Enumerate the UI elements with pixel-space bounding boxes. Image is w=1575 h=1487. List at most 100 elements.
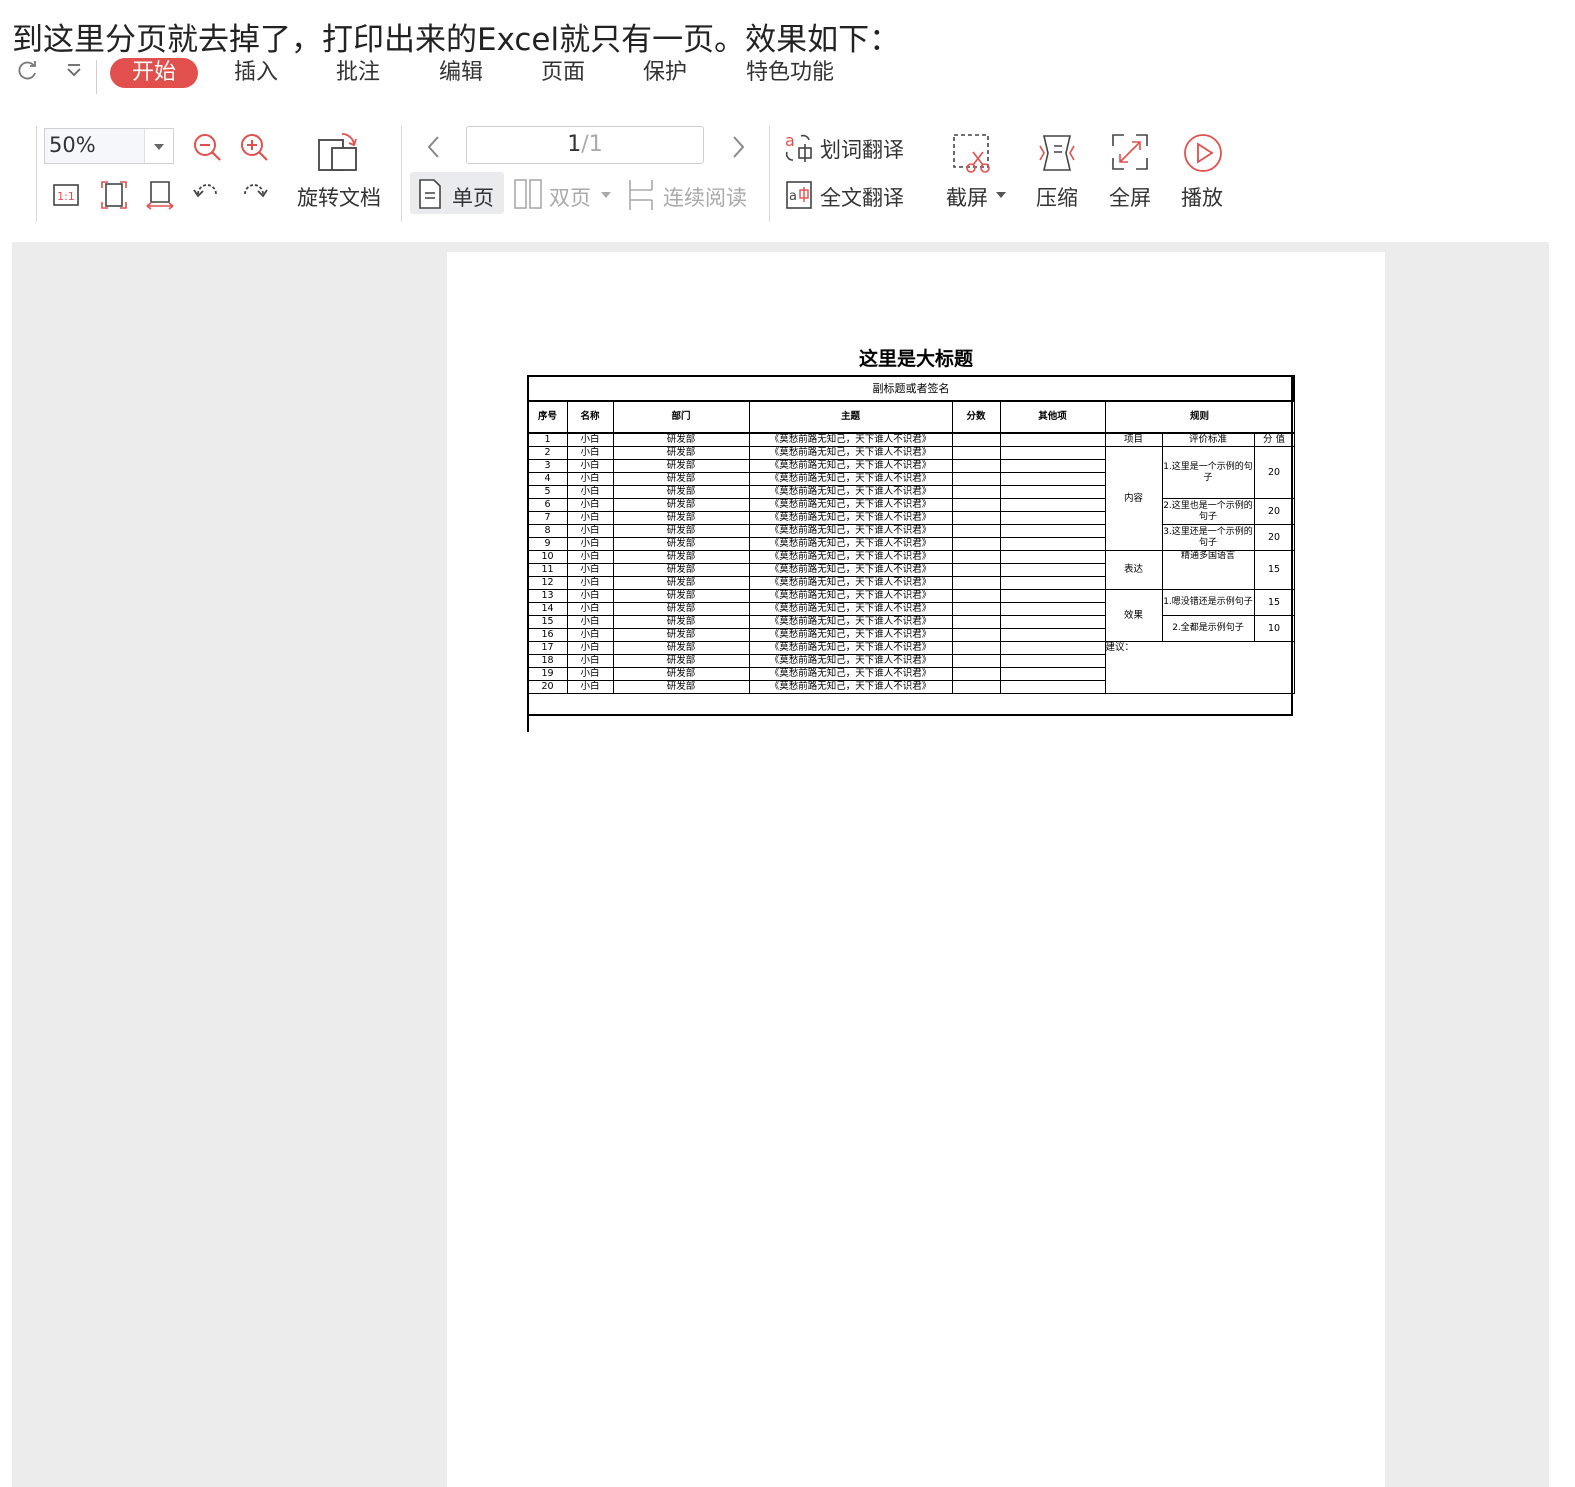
cell-score <box>951 576 1001 590</box>
prev-page-icon[interactable] <box>424 134 444 160</box>
svg-text:a: a <box>789 189 797 204</box>
cell-other <box>999 485 1106 499</box>
rule-header-points: 分 值 <box>1253 432 1295 447</box>
page-number-input[interactable]: 1/1 <box>466 126 704 164</box>
cell-topic: 《莫愁前路无知己，天下谁人不识君》 <box>748 589 953 603</box>
table-row: 1 小白 研发部 《莫愁前路无知己，天下谁人不识君》 项目 评价标准分 值 <box>527 432 1295 447</box>
rule-content-text-1: 1.这里是一个示例的句子 <box>1161 446 1255 499</box>
tab-annotate[interactable]: 批注 <box>336 58 380 88</box>
document-viewport[interactable]: 这里是大标题 副标题或者签名 序号 名称 部门 主题 分数 其他项 规则 1 小白… <box>12 242 1549 1487</box>
tab-features[interactable]: 特色功能 <box>746 58 834 88</box>
data-table: 副标题或者签名 序号 名称 部门 主题 分数 其他项 规则 1 小白 研发部 《莫愁前… <box>526 375 1296 694</box>
cell-name: 小白 <box>566 446 614 460</box>
actual-size-icon[interactable]: 1:1 <box>52 182 80 208</box>
rotate-left-icon[interactable] <box>192 180 222 208</box>
cell-department: 研发部 <box>612 615 750 629</box>
cell-other <box>999 446 1106 460</box>
cell-name: 小白 <box>566 498 614 512</box>
cell-name: 小白 <box>566 667 614 681</box>
rule-content-score-3: 20 <box>1253 524 1295 551</box>
cell-index: 16 <box>527 628 568 642</box>
zoom-in-icon[interactable] <box>239 132 269 162</box>
header-name: 名称 <box>566 400 614 434</box>
play-icon[interactable] <box>1182 132 1224 174</box>
cell-department: 研发部 <box>612 537 750 551</box>
tab-protect[interactable]: 保护 <box>643 58 687 88</box>
rule-effect-score-1: 15 <box>1253 589 1295 616</box>
cell-department: 研发部 <box>612 654 750 668</box>
cell-other <box>999 654 1106 668</box>
divider <box>96 60 97 94</box>
cell-topic: 《莫愁前路无知己，天下谁人不识君》 <box>748 511 953 525</box>
cell-score <box>951 641 1001 655</box>
cell-score <box>951 667 1001 681</box>
word-translate-icon[interactable]: a <box>783 130 815 164</box>
fullscreen-button[interactable]: 全屏 <box>1109 182 1151 212</box>
fit-page-icon[interactable] <box>100 180 128 210</box>
cell-topic: 《莫愁前路无知己，天下谁人不识君》 <box>748 563 953 577</box>
tab-insert[interactable]: 插入 <box>234 58 278 88</box>
cell-other <box>999 498 1106 512</box>
divider <box>769 126 770 222</box>
rotate-document-button[interactable]: 旋转文档 <box>297 182 381 212</box>
table-row: 8 小白 研发部 《莫愁前路无知己，天下谁人不识君》 3.这里还是一个示例的句子 20 <box>527 524 1295 551</box>
cell-department: 研发部 <box>612 628 750 642</box>
table-row: 10 小白 研发部 《莫愁前路无知己，天下谁人不识君》 表达 精通多国语言 15 <box>527 550 1295 590</box>
full-translate-icon[interactable]: a <box>785 178 815 210</box>
fit-width-icon[interactable] <box>145 180 175 210</box>
cell-department: 研发部 <box>612 498 750 512</box>
cell-score <box>951 563 1001 577</box>
screenshot-icon[interactable] <box>951 132 993 176</box>
zoom-out-icon[interactable] <box>192 132 222 162</box>
zoom-select[interactable]: 50% <box>44 128 174 164</box>
cell-score <box>951 602 1001 616</box>
svg-text:a: a <box>785 131 795 150</box>
rule-express-label: 表达 <box>1104 550 1163 590</box>
cell-name: 小白 <box>566 459 614 473</box>
cell-topic: 《莫愁前路无知己，天下谁人不识君》 <box>748 432 953 447</box>
continuous-read-button[interactable]: 连续阅读 <box>663 182 747 212</box>
cell-department: 研发部 <box>612 432 750 447</box>
fullscreen-icon[interactable] <box>1110 132 1150 172</box>
chevron-down-icon[interactable] <box>144 129 173 163</box>
tab-start[interactable]: 开始 <box>110 58 199 88</box>
cell-department: 研发部 <box>612 459 750 473</box>
cell-topic: 《莫愁前路无知己，天下谁人不识君》 <box>748 615 953 629</box>
next-page-icon[interactable] <box>728 134 748 160</box>
table-row: 2 小白 研发部 《莫愁前路无知己，天下谁人不识君》 内容 1.这里是一个示例的句子 20 <box>527 446 1295 551</box>
cell-score <box>951 459 1001 473</box>
cell-name: 小白 <box>566 641 614 655</box>
cell-score <box>951 432 1001 447</box>
tab-edit[interactable]: 编辑 <box>439 58 483 88</box>
cell-topic: 《莫愁前路无知己，天下谁人不识君》 <box>748 446 953 460</box>
compress-icon[interactable] <box>1036 132 1078 174</box>
rotate-right-icon[interactable] <box>239 180 269 208</box>
cell-department: 研发部 <box>612 472 750 486</box>
cell-name: 小白 <box>566 472 614 486</box>
tab-page[interactable]: 页面 <box>541 58 585 88</box>
double-page-button[interactable]: 双页 <box>549 182 591 212</box>
screenshot-dropdown-icon[interactable] <box>995 190 1007 200</box>
cell-other <box>999 563 1106 577</box>
double-page-icon <box>513 178 543 210</box>
double-page-dropdown-icon[interactable] <box>600 190 612 200</box>
screenshot-button[interactable]: 截屏 <box>946 182 988 212</box>
cell-other <box>999 576 1106 590</box>
cell-name: 小白 <box>566 576 614 590</box>
full-translate-button[interactable]: 全文翻译 <box>820 182 904 212</box>
cell-index: 4 <box>527 472 568 486</box>
quick-access-more-icon[interactable] <box>64 60 84 85</box>
cell-name: 小白 <box>566 680 614 694</box>
single-page-label: 单页 <box>452 186 494 210</box>
header-rules: 规则 <box>1104 400 1295 434</box>
cell-other <box>999 667 1106 681</box>
compress-button[interactable]: 压缩 <box>1036 182 1078 212</box>
rotate-document-icon[interactable] <box>316 130 362 176</box>
word-translate-button[interactable]: 划词翻译 <box>820 134 904 164</box>
cell-topic: 《莫愁前路无知己，天下谁人不识君》 <box>748 667 953 681</box>
rule-express-score: 15 <box>1253 550 1295 590</box>
play-button[interactable]: 播放 <box>1181 182 1223 212</box>
cell-name: 小白 <box>566 589 614 603</box>
cell-department: 研发部 <box>612 602 750 616</box>
redo-icon[interactable] <box>16 58 40 88</box>
